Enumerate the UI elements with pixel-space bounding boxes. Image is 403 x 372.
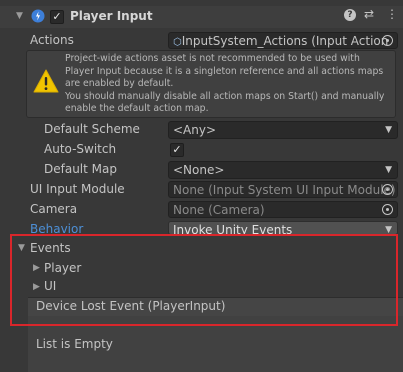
default-scheme-dropdown[interactable]: <Any> ▼	[168, 121, 398, 139]
list-empty-text: List is Empty	[36, 337, 113, 351]
chevron-down-icon: ▼	[385, 125, 392, 135]
more-options-icon[interactable]: ⋮	[386, 7, 398, 21]
default-map-label: Default Map	[44, 162, 117, 176]
component-header: ▼ ✓ Player Input ? ⇄ ⋮	[0, 6, 403, 28]
camera-label: Camera	[30, 202, 78, 216]
object-picker-icon[interactable]	[382, 204, 393, 215]
auto-switch-checkbox[interactable]: ✓	[170, 143, 184, 157]
input-actions-asset-icon: ⬡	[173, 37, 182, 48]
warning-icon	[33, 69, 59, 93]
actions-field[interactable]: ⬡InputSystem_Actions (Input Action	[168, 32, 398, 49]
behavior-dropdown[interactable]: Invoke Unity Events ▼	[168, 221, 398, 235]
object-picker-icon[interactable]	[382, 35, 393, 46]
help-icon[interactable]: ?	[344, 9, 356, 21]
ui-input-module-label: UI Input Module	[30, 182, 125, 196]
object-picker-icon[interactable]	[382, 184, 393, 195]
preset-icon[interactable]: ⇄	[364, 7, 374, 21]
component-title: Player Input	[70, 9, 153, 23]
auto-switch-label: Auto-Switch	[44, 142, 117, 156]
warning-text: Project-wide actions asset is not recomm…	[65, 53, 385, 115]
default-scheme-label: Default Scheme	[44, 122, 140, 136]
player-input-icon	[31, 9, 45, 23]
default-map-dropdown[interactable]: <None> ▼	[168, 161, 398, 179]
camera-field[interactable]: None (Camera)	[168, 201, 398, 218]
chevron-down-icon: ▼	[385, 165, 392, 175]
collapse-arrow-icon[interactable]: ▼	[16, 11, 23, 21]
ui-input-module-field[interactable]: None (Input System UI Input Module)	[168, 181, 398, 198]
actions-label: Actions	[30, 33, 74, 47]
highlight-box	[10, 234, 398, 326]
warning-helpbox: Project-wide actions asset is not recomm…	[26, 50, 396, 118]
component-enabled-checkbox[interactable]: ✓	[50, 10, 64, 24]
